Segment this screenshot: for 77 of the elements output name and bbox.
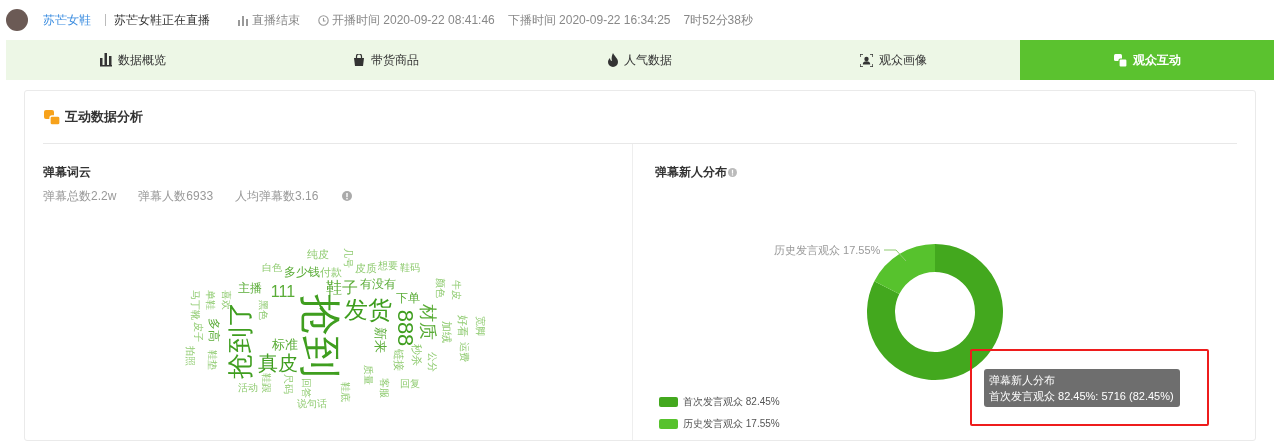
avatar [6, 9, 28, 31]
live-duration: 7时52分38秒 [683, 12, 753, 29]
cloud-word: 加绒 [440, 321, 452, 343]
cloud-word: 发货 [344, 298, 392, 322]
cloud-word: 说句话 [297, 399, 327, 409]
leader-line [884, 249, 907, 262]
cloud-word: 链接 [392, 349, 404, 371]
tab[interactable]: 带货商品 [259, 40, 514, 80]
cloud-word: 单鞋 [205, 290, 215, 310]
cloud-word: 秒杀 [410, 344, 422, 366]
cloud-word: 真皮 [258, 353, 298, 373]
cloud-word: 活动 [238, 383, 258, 393]
cloud-word: 纯皮 [307, 248, 329, 260]
legend-label: 首次发言观众 82.45% [683, 395, 780, 409]
tab[interactable]: 观众画像 [766, 40, 1021, 80]
cloud-word: 有没有 [360, 278, 396, 290]
info-icon [728, 167, 737, 177]
stat-text: 弹幕人数6933 [138, 188, 214, 205]
tooltip-title: 弹幕新人分布 [989, 373, 1056, 388]
slice-label: 历史发言观众 17.55% [774, 243, 881, 258]
person-frame-icon [860, 53, 874, 67]
cloud-word: 鞋底 [340, 382, 350, 402]
tab[interactable]: 人气数据 [513, 40, 767, 80]
cloud-word: 鞋垫 [207, 350, 217, 370]
cloud-word: 新来 [373, 327, 387, 353]
panel-title: 弹幕新人分布 [655, 164, 727, 181]
flame-icon [608, 53, 618, 67]
card-title: 互动数据分析 [65, 108, 143, 127]
cloud-word: 牛皮 [451, 280, 461, 300]
cloud-word: 抢到 [299, 294, 341, 378]
legend-label: 历史发言观众 17.55% [683, 417, 780, 431]
start-time: 开播时间 2020-09-22 08:41:46 [332, 12, 495, 29]
bag-icon [353, 53, 366, 67]
cloud-word: 拍照 [185, 346, 195, 366]
cloud-word: 回答 [301, 378, 311, 398]
cloud-word: 颜色 [435, 278, 445, 298]
end-time: 下播时间 2020-09-22 16:34:25 [507, 12, 671, 29]
stat-text: 弹幕总数2.2w [43, 188, 117, 205]
cloud-word: 公分 [427, 352, 437, 372]
cloud-word: 皮子 [193, 322, 203, 342]
tooltip-text: 首次发言观众 82.45%: 5716 (82.45%) [989, 389, 1175, 404]
cloud-word: 客服 [379, 378, 389, 398]
cloud-word: 鞋码 [400, 263, 420, 273]
clock-icon [318, 14, 329, 26]
overlapping-squares-icon [1113, 53, 1127, 67]
cloud-word: 下单 [396, 292, 420, 304]
cloud-word: 多高 [208, 318, 220, 342]
bar-chart-icon [238, 14, 248, 26]
cloud-word: 黑色 [258, 300, 268, 320]
info-icon [342, 191, 353, 201]
live-title: 苏芒女鞋正在直播 [114, 12, 210, 29]
cloud-word: 鞋跟 [261, 373, 271, 393]
cloud-word: 运费 [459, 342, 469, 362]
cloud-word: 回复 [400, 379, 420, 389]
cloud-word: 皮质 [355, 262, 377, 274]
overlapping-squares-icon [44, 109, 60, 125]
live-status: 直播结束 [252, 12, 300, 29]
cloud-word: 多少钱 [284, 266, 320, 278]
cloud-word: 质量 [363, 365, 373, 385]
cloud-word: 白色 [262, 263, 282, 273]
cloud-word: 主播 [238, 282, 262, 294]
shop-name-link[interactable]: 苏芒女鞋 [43, 11, 91, 29]
tab[interactable]: 数据概览 [6, 40, 260, 80]
cloud-word: 111 [270, 284, 296, 300]
cloud-word: 几号 [343, 248, 353, 268]
cloud-word: 宽脚 [475, 316, 485, 336]
cloud-word: 好看 [456, 315, 468, 337]
cloud-word: 想要 [378, 261, 398, 271]
cloud-word: 马丁靴 [190, 290, 200, 320]
cloud-word: 付款 [320, 266, 342, 278]
cloud-word: 材质 [419, 304, 437, 340]
stat-text: 人均弹幕数3.16 [235, 188, 319, 205]
bar-chart-icon [99, 53, 112, 67]
cloud-word: 标准 [272, 337, 298, 351]
panel-title: 弹幕词云 [43, 164, 91, 181]
cloud-word: 鞋子 [326, 280, 358, 296]
cloud-word: 尺码 [283, 374, 293, 394]
